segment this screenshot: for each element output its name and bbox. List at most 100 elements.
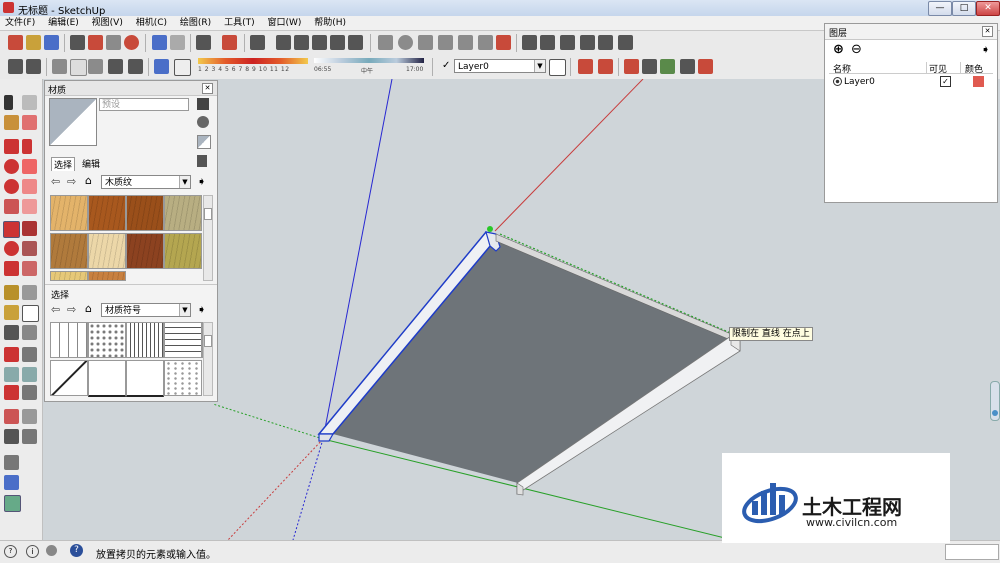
layer-visible-checkbox[interactable]: ✓ — [940, 76, 951, 87]
pie-icon[interactable] — [4, 199, 19, 214]
pan-tool-icon[interactable] — [22, 347, 37, 362]
material-swatch[interactable] — [88, 195, 126, 231]
material-swatch[interactable] — [88, 233, 126, 269]
add-layer-icon[interactable]: ⊕ — [833, 42, 844, 57]
library-dropdown-2[interactable]: 材质符号 ▼ — [101, 303, 191, 317]
swatch-scrollbar[interactable] — [203, 195, 213, 281]
rectangle-icon[interactable] — [4, 139, 19, 154]
look-around-icon[interactable] — [22, 409, 37, 424]
view-front-icon[interactable] — [312, 35, 327, 50]
walk-icon[interactable] — [4, 429, 19, 444]
back-arrow-icon[interactable]: ⇦ — [51, 175, 60, 188]
next-view-icon[interactable] — [478, 35, 493, 50]
house-outline-icon[interactable] — [598, 35, 613, 50]
zoom-extents-icon[interactable] — [496, 35, 511, 50]
details-arrow-icon[interactable]: ➧ — [197, 303, 206, 316]
material-swatch[interactable] — [88, 271, 126, 281]
material-name-field[interactable]: 预设 — [99, 98, 189, 111]
shadow-time-slider[interactable]: 06:55 中午 17:00 — [314, 56, 424, 78]
menu-camera[interactable]: 相机(C) — [131, 16, 172, 30]
follow-me-icon[interactable] — [22, 241, 37, 256]
zoom-icon[interactable] — [418, 35, 433, 50]
outer-shell-icon[interactable] — [540, 35, 555, 50]
maximize-button[interactable]: □ — [952, 1, 976, 16]
shadows-toggle-icon[interactable] — [154, 59, 169, 74]
col-color[interactable]: 颜色 — [965, 62, 983, 75]
layers-close-button[interactable]: ✕ — [982, 26, 993, 37]
scale-icon[interactable] — [4, 261, 19, 276]
zoom-slider-handle[interactable] — [992, 410, 998, 416]
save-icon[interactable] — [44, 35, 59, 50]
zoom-window-tool-icon[interactable] — [22, 367, 37, 382]
pattern-scrollbar[interactable] — [203, 322, 213, 396]
material-swatch[interactable] — [126, 195, 164, 231]
select-arrow-icon[interactable] — [4, 95, 13, 110]
freehand-icon[interactable] — [22, 159, 37, 174]
section-cut-icon[interactable] — [598, 59, 613, 74]
xray-icon[interactable] — [8, 59, 23, 74]
copy-icon[interactable] — [88, 35, 103, 50]
eyedropper-icon[interactable] — [197, 155, 207, 167]
house-icon[interactable] — [560, 35, 575, 50]
house-section-icon[interactable] — [618, 35, 633, 50]
offset-icon[interactable] — [22, 261, 37, 276]
user-account-icon[interactable] — [46, 545, 57, 556]
menu-draw[interactable]: 绘图(R) — [175, 16, 216, 30]
pencil-icon[interactable] — [22, 139, 32, 154]
zoom-slider[interactable] — [990, 381, 1000, 421]
new-file-icon[interactable] — [8, 35, 23, 50]
layer-row[interactable]: Layer0 ✓ — [829, 76, 993, 89]
library-dropdown-1[interactable]: 木质纹 ▼ — [101, 175, 191, 189]
geo-location-icon[interactable]: ? — [4, 545, 17, 558]
menu-help[interactable]: 帮助(H) — [309, 16, 351, 30]
push-pull-icon[interactable] — [22, 221, 37, 236]
model-info-icon[interactable] — [222, 35, 237, 50]
make-component-icon[interactable] — [22, 95, 37, 110]
house-front-icon[interactable] — [580, 35, 595, 50]
sandbox-contours-icon[interactable] — [624, 59, 639, 74]
minimize-button[interactable]: — — [928, 1, 952, 16]
smoove-icon[interactable] — [660, 59, 675, 74]
pattern-swatch[interactable] — [88, 322, 126, 358]
shaded-icon[interactable] — [88, 59, 103, 74]
section-plane-icon[interactable] — [578, 59, 593, 74]
circle-icon[interactable] — [4, 159, 19, 174]
forward-arrow-icon[interactable]: ⇨ — [67, 303, 76, 316]
cut-icon[interactable] — [70, 35, 85, 50]
material-swatch[interactable] — [164, 195, 202, 231]
tape-measure-icon[interactable] — [4, 285, 19, 300]
back-edges-icon[interactable] — [26, 59, 41, 74]
default-material-icon[interactable] — [197, 135, 211, 149]
view-right-icon[interactable] — [330, 35, 345, 50]
create-material-icon[interactable] — [197, 116, 209, 128]
paint-bucket-icon[interactable] — [4, 115, 19, 130]
delete-layer-icon[interactable]: ⊖ — [851, 42, 862, 57]
layer-details-icon[interactable]: ➧ — [981, 43, 990, 56]
section-tool-icon[interactable] — [22, 429, 37, 444]
pattern-swatch[interactable] — [88, 360, 126, 397]
measurements-box[interactable] — [945, 544, 999, 560]
protractor-icon[interactable] — [4, 305, 19, 320]
menu-tools[interactable]: 工具(T) — [219, 16, 260, 30]
tab-edit[interactable]: 编辑 — [82, 157, 100, 170]
print-icon[interactable] — [196, 35, 211, 50]
previous-tool-icon[interactable] — [22, 385, 37, 400]
stamp-icon[interactable] — [680, 59, 695, 74]
home-icon[interactable]: ⌂ — [85, 174, 92, 187]
shaded-textures-icon[interactable] — [108, 59, 123, 74]
pattern-swatch[interactable] — [50, 322, 88, 358]
orbit-icon[interactable] — [378, 35, 393, 50]
material-swatch[interactable] — [50, 271, 88, 281]
menu-edit[interactable]: 编辑(E) — [43, 16, 84, 30]
col-visible[interactable]: 可见 — [929, 62, 947, 75]
layer-dropdown[interactable]: Layer0 ▼ — [454, 59, 546, 73]
materials-close-button[interactable]: ✕ — [202, 83, 213, 94]
redo-icon[interactable] — [170, 35, 185, 50]
menu-window[interactable]: 窗口(W) — [262, 16, 306, 30]
pattern-swatch[interactable] — [164, 360, 202, 396]
details-arrow-icon[interactable]: ➧ — [197, 175, 206, 188]
view-top-icon[interactable] — [294, 35, 309, 50]
pattern-swatch[interactable] — [126, 360, 164, 397]
pan-icon[interactable] — [398, 35, 413, 50]
pattern-swatch[interactable] — [164, 322, 202, 358]
